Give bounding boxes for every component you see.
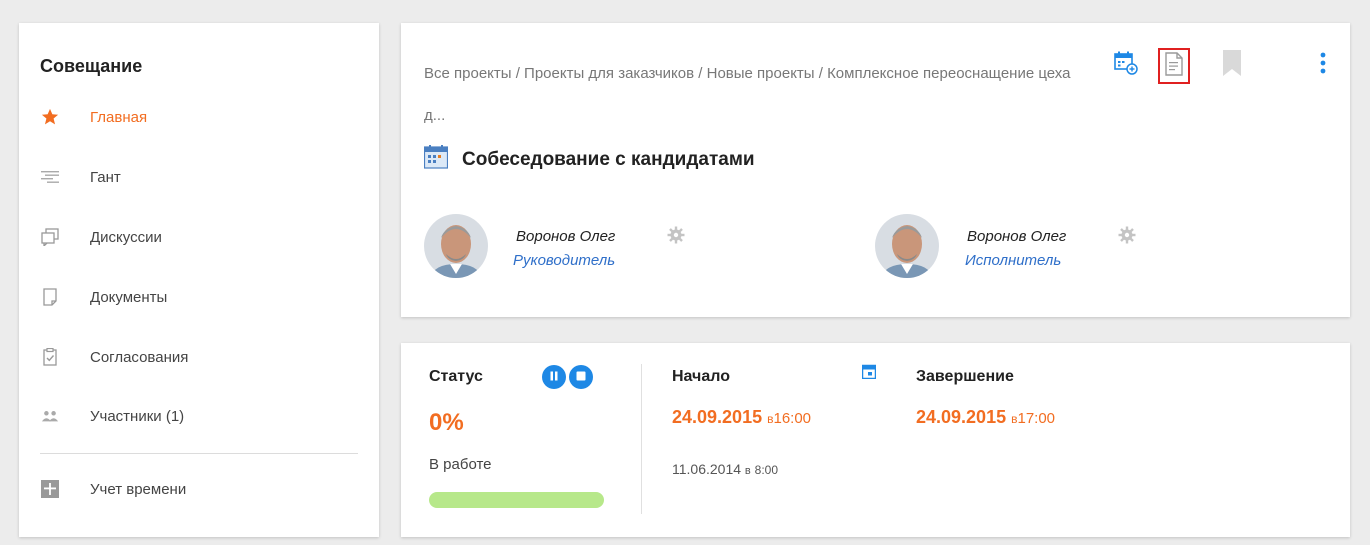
calendar-picker-icon[interactable]	[861, 364, 877, 384]
document-add-icon	[1165, 51, 1183, 81]
status-state: В работе	[429, 456, 492, 473]
gear-icon[interactable]	[667, 226, 685, 244]
discussions-icon	[41, 228, 59, 246]
end-time: 17:00	[1017, 410, 1056, 427]
sidebar-divider	[40, 453, 358, 454]
created-sep: в	[744, 465, 751, 477]
start-label: Начало	[672, 368, 730, 385]
person-role-link[interactable]: Исполнитель	[965, 252, 1061, 269]
gear-icon[interactable]	[1118, 226, 1136, 244]
created-date: 11.06.2014	[672, 461, 742, 477]
progress-bar	[429, 492, 604, 508]
gantt-icon	[41, 168, 59, 186]
sidebar-item-approvals[interactable]: Согласования	[19, 337, 379, 377]
sidebar-item-label: Дискуссии	[90, 228, 162, 246]
sidebar-item-discussions[interactable]: Дискуссии	[19, 217, 379, 257]
sidebar-item-label: Согласования	[90, 348, 189, 366]
sidebar-item-gantt[interactable]: Гант	[19, 157, 379, 197]
sidebar-item-documents[interactable]: Документы	[19, 277, 379, 317]
breadcrumb[interactable]: Все проекты / Проекты для заказчиков / Н…	[424, 53, 1094, 137]
created-time: 8:00	[754, 463, 779, 477]
task-header-card: Все проекты / Проекты для заказчиков / Н…	[401, 23, 1350, 317]
sidebar-item-label: Учет времени	[90, 480, 187, 498]
task-title-row: Собеседование с кандидатами	[423, 145, 755, 174]
approvals-icon	[41, 348, 59, 366]
pause-button[interactable]	[542, 365, 566, 389]
end-datetime[interactable]: 24.09.2015 в17:00	[916, 407, 1055, 428]
calendar-add-icon	[1114, 51, 1138, 80]
sidebar-item-label: Документы	[90, 288, 168, 306]
stop-icon	[576, 368, 586, 386]
sidebar-item-time-tracking[interactable]: Учет времени	[19, 469, 379, 509]
stop-button[interactable]	[569, 365, 593, 389]
documents-icon	[41, 288, 59, 306]
star-icon	[41, 108, 59, 126]
start-datetime[interactable]: 24.09.2015 в16:00	[672, 407, 811, 428]
status-card: Статус 0% В работе Начало Завершение 24.…	[401, 343, 1350, 537]
avatar[interactable]	[875, 214, 939, 278]
task-title: Собеседование с кандидатами	[462, 148, 755, 170]
manager-person: Воронов Олег Руководитель	[424, 214, 724, 284]
end-label: Завершение	[916, 368, 1014, 385]
person-name: Воронов Олег	[967, 228, 1067, 245]
status-label: Статус	[429, 368, 483, 385]
pause-icon	[549, 368, 559, 386]
person-role-link[interactable]: Руководитель	[513, 252, 615, 269]
sidebar-item-label: Участники (1)	[90, 407, 185, 425]
sidebar-item-main[interactable]: Главная	[19, 97, 379, 137]
bookmark-button[interactable]	[1218, 49, 1246, 81]
person-name: Воронов Олег	[516, 228, 616, 245]
avatar[interactable]	[424, 214, 488, 278]
executor-person: Воронов Олег Исполнитель	[875, 214, 1175, 284]
progress-percent: 0%	[429, 409, 464, 436]
more-vertical-icon	[1320, 51, 1326, 80]
sidebar-item-label: Гант	[90, 168, 121, 186]
end-date: 24.09.2015	[916, 407, 1007, 427]
sidebar-item-participants[interactable]: Участники (1)	[19, 396, 379, 436]
start-date: 24.09.2015	[672, 407, 763, 427]
add-to-calendar-button[interactable]	[1112, 50, 1140, 80]
calendar-icon	[423, 145, 449, 174]
sidebar-item-label: Главная	[90, 108, 148, 126]
sidebar-title: Совещание	[40, 56, 143, 76]
more-menu-button[interactable]	[1309, 50, 1337, 80]
start-time: 16:00	[773, 410, 812, 427]
sidebar: Совещание Главная Гант Дискуссии Докумен…	[19, 23, 379, 537]
bookmark-icon	[1223, 49, 1241, 81]
participants-icon	[41, 407, 59, 425]
time-tracking-icon	[41, 480, 59, 498]
created-datetime: 11.06.2014 в 8:00	[672, 461, 778, 477]
add-document-button[interactable]	[1158, 48, 1190, 84]
vertical-divider	[641, 364, 642, 514]
